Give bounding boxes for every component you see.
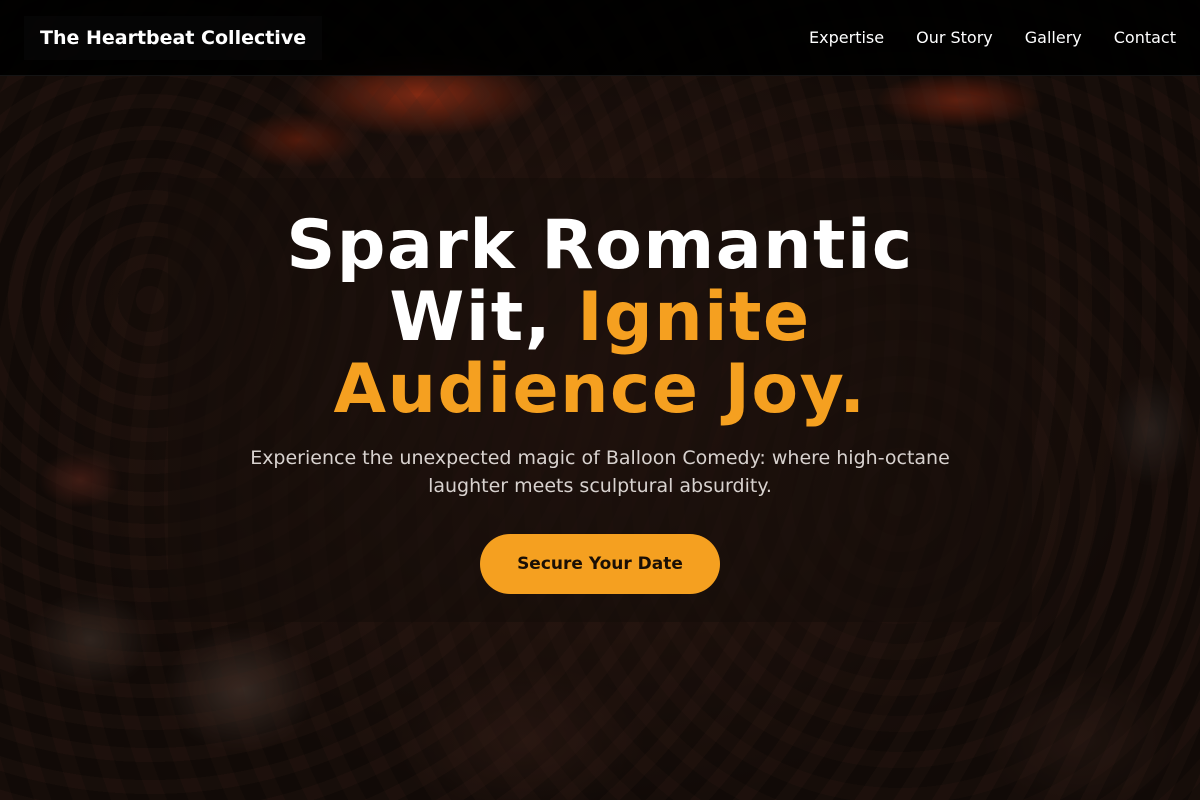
site-header: The Heartbeat Collective Expertise Our S…	[0, 0, 1200, 76]
headline-line-3-accent: Audience Joy.	[333, 350, 867, 429]
nav-link-gallery[interactable]: Gallery	[1025, 28, 1082, 47]
headline-line-1: Spark Romantic	[286, 206, 914, 285]
nav-link-expertise[interactable]: Expertise	[809, 28, 884, 47]
page: The Heartbeat Collective Expertise Our S…	[0, 0, 1200, 800]
main-nav: Expertise Our Story Gallery Contact	[809, 28, 1176, 47]
hero-subtitle: Experience the unexpected magic of Ballo…	[250, 447, 950, 497]
nav-link-our-story[interactable]: Our Story	[916, 28, 993, 47]
headline-line-2-white: Wit,	[389, 278, 578, 357]
brand-logo-link[interactable]: The Heartbeat Collective	[24, 16, 322, 60]
hero-panel: Spark Romantic Wit, Ignite Audience Joy.…	[168, 178, 1032, 622]
hero-headline: Spark Romantic Wit, Ignite Audience Joy.	[250, 210, 950, 426]
headline-line-2-accent: Ignite	[577, 278, 811, 357]
nav-link-contact[interactable]: Contact	[1114, 28, 1176, 47]
secure-your-date-button[interactable]: Secure Your Date	[480, 534, 720, 594]
